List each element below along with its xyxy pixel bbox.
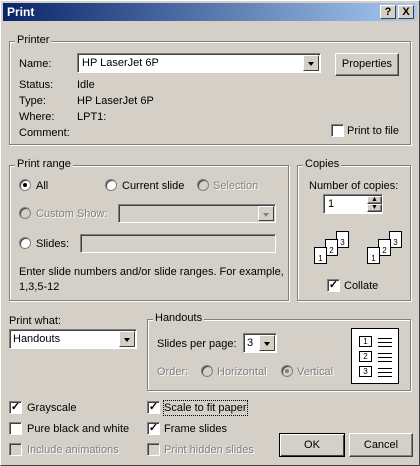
where-value: LPT1: (77, 111, 107, 123)
chevron-down-icon[interactable] (119, 331, 135, 347)
scale-to-fit-checkbox[interactable]: ✓ (147, 401, 160, 414)
handout-line (378, 342, 392, 343)
spin-down-icon[interactable]: ▼ (367, 204, 382, 212)
ok-button[interactable]: OK (279, 433, 345, 457)
order-horizontal-radio[interactable] (201, 365, 213, 377)
print-what-select[interactable]: Handouts (9, 329, 137, 349)
handout-line (378, 338, 392, 339)
chevron-down-icon[interactable] (259, 335, 275, 351)
window-title: Print (7, 5, 35, 19)
handout-line (378, 368, 392, 369)
print-hidden-slides-checkbox[interactable] (147, 443, 160, 456)
range-all-label[interactable]: All (36, 179, 48, 193)
range-selection-radio[interactable] (197, 179, 209, 191)
range-slides-label[interactable]: Slides: (36, 237, 69, 251)
range-hint-line2: 1,3,5-12 (19, 281, 60, 293)
handout-preview: 1 2 3 (351, 328, 399, 384)
printer-group-label: Printer (15, 34, 52, 47)
slides-per-page-select[interactable]: 3 (243, 333, 277, 353)
order-vertical-radio[interactable] (281, 365, 293, 377)
print-what-value: Handouts (13, 333, 61, 345)
frame-slides-checkbox[interactable]: ✓ (147, 422, 160, 435)
order-label: Order: (157, 366, 189, 378)
handout-line (378, 346, 392, 347)
print-to-file-checkbox[interactable] (331, 124, 344, 137)
status-value: Idle (77, 79, 95, 91)
handout-line (378, 353, 392, 354)
slides-per-page-value: 3 (247, 337, 254, 349)
range-hint-line1: Enter slide numbers and/or slide ranges.… (19, 266, 284, 278)
print-what-label: Print what: (9, 315, 61, 327)
printer-name-select[interactable]: HP LaserJet 6P (77, 53, 321, 73)
pure-bw-checkbox[interactable] (9, 422, 22, 435)
page-icon: 1 (367, 247, 380, 264)
type-value: HP LaserJet 6P (77, 95, 154, 107)
range-slides-radio[interactable] (19, 237, 31, 249)
handout-slide-box: 3 (359, 366, 372, 377)
slides-per-page-label: Slides per page: (157, 338, 237, 350)
handout-slide-box: 1 (359, 336, 372, 347)
range-selection-label: Selection (213, 180, 259, 192)
copies-spinner[interactable]: 1 ▲ ▼ (323, 194, 383, 214)
range-current-radio[interactable] (105, 179, 117, 191)
order-horizontal-label: Horizontal (217, 366, 267, 378)
print-to-file-label[interactable]: Print to file (347, 124, 399, 138)
properties-button[interactable]: Properties (335, 53, 399, 76)
print-range-label: Print range (15, 158, 73, 171)
handout-slide-box: 2 (359, 351, 372, 362)
title-bar: Print ? X (3, 3, 417, 21)
help-button[interactable]: ? (380, 5, 396, 19)
include-animations-checkbox[interactable] (9, 443, 22, 456)
frame-slides-label[interactable]: Frame slides (164, 422, 227, 436)
range-custom-label: Custom Show: (36, 208, 108, 220)
close-button[interactable]: X (398, 5, 414, 19)
printer-name-value: HP LaserJet 6P (82, 57, 159, 69)
copies-group-label: Copies (303, 158, 342, 171)
where-label: Where: (19, 111, 55, 123)
order-vertical-label: Vertical (297, 366, 334, 378)
range-custom-radio[interactable] (19, 207, 31, 219)
comment-label: Comment: (19, 127, 70, 139)
spin-up-icon[interactable]: ▲ (367, 196, 382, 204)
collate-checkbox[interactable]: ✓ (327, 279, 340, 292)
handout-line (378, 361, 392, 362)
collate-label[interactable]: Collate (344, 279, 378, 293)
page-icon: 1 (314, 247, 327, 264)
print-hidden-slides-label: Print hidden slides (164, 444, 254, 456)
handouts-group-label: Handouts (153, 312, 205, 325)
type-label: Type: (19, 95, 46, 107)
include-animations-label: Include animations (27, 444, 119, 456)
handout-line (378, 376, 392, 377)
status-label: Status: (19, 79, 54, 91)
number-of-copies-label: Number of copies: (309, 180, 399, 192)
chevron-down-icon[interactable] (258, 206, 274, 221)
range-all-radio[interactable] (19, 179, 31, 191)
custom-show-select[interactable] (118, 204, 276, 223)
scale-to-fit-label[interactable]: Scale to fit paper (163, 400, 248, 416)
range-current-label[interactable]: Current slide (122, 179, 184, 193)
printer-name-label: Name: (19, 58, 52, 70)
slides-input[interactable] (80, 234, 276, 253)
pure-bw-label[interactable]: Pure black and white (27, 422, 129, 436)
copies-value: 1 (328, 198, 335, 210)
grayscale-checkbox[interactable]: ✓ (9, 401, 22, 414)
handout-line (378, 372, 392, 373)
handout-line (378, 357, 392, 358)
grayscale-label[interactable]: Grayscale (27, 401, 77, 415)
cancel-button[interactable]: Cancel (349, 433, 413, 457)
chevron-down-icon[interactable] (303, 55, 319, 71)
print-dialog: Print ? X Printer Name: HP LaserJet 6P P… (0, 0, 420, 466)
